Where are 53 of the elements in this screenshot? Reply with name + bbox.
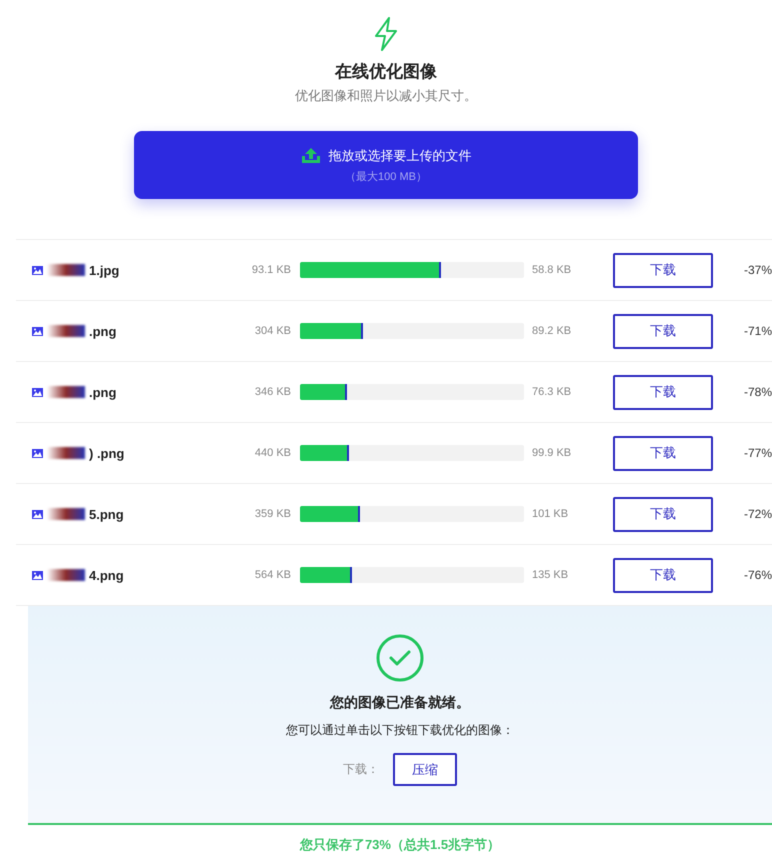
download-button[interactable]: 下载 bbox=[613, 252, 713, 288]
original-size: 93.1 KB bbox=[250, 264, 291, 276]
new-size: 58.8 KB bbox=[532, 264, 572, 276]
download-button[interactable]: 下载 bbox=[613, 496, 713, 532]
download-button[interactable]: 下载 bbox=[613, 314, 713, 348]
blurred-mark bbox=[47, 447, 85, 459]
saving-percent: -37% bbox=[744, 263, 772, 277]
image-icon bbox=[32, 266, 43, 274]
image-icon bbox=[32, 326, 43, 336]
saving-percent: -76% bbox=[744, 568, 772, 582]
file-name: .png bbox=[89, 384, 116, 400]
blurred-mark bbox=[47, 264, 85, 276]
file-name: 5.png bbox=[89, 506, 124, 522]
blurred-mark bbox=[47, 508, 85, 520]
page-title: 在线优化图像 bbox=[335, 61, 437, 83]
upload-button[interactable]: 拖放或选择要上传的文件 （最大100 MB） bbox=[134, 131, 638, 199]
original-size: 440 KB bbox=[254, 447, 291, 459]
blurred-mark bbox=[47, 386, 85, 398]
download-button[interactable]: 下载 bbox=[613, 558, 713, 592]
saving-percent: -77% bbox=[744, 446, 772, 460]
new-size: 99.9 KB bbox=[532, 447, 572, 459]
original-size: 564 KB bbox=[254, 569, 291, 581]
summary-text: 您只保存了73%（总共1.5兆字节） bbox=[300, 836, 500, 854]
new-size: 135 KB bbox=[532, 569, 570, 581]
blurred-mark bbox=[47, 569, 85, 581]
upload-icon bbox=[300, 147, 320, 164]
file-name: ) .png bbox=[89, 446, 124, 460]
original-size: 346 KB bbox=[254, 386, 291, 398]
new-size: 101 KB bbox=[532, 508, 570, 520]
image-icon bbox=[32, 448, 43, 458]
result-text: 您可以通过单击以下按钮下载优化的图像： bbox=[286, 722, 514, 739]
original-size: 304 KB bbox=[254, 325, 291, 337]
blurred-mark bbox=[47, 325, 85, 337]
file-name: 4.png bbox=[89, 568, 124, 582]
result-title: 您的图像已准备就绪。 bbox=[330, 694, 470, 712]
download-button[interactable]: 下载 bbox=[613, 436, 713, 470]
page-subtitle: 优化图像和照片以减小其尺寸。 bbox=[295, 87, 477, 105]
saving-percent: -72% bbox=[744, 507, 772, 521]
download-button[interactable]: 下载 bbox=[613, 374, 713, 410]
image-icon bbox=[32, 388, 43, 396]
file-name: .png bbox=[89, 324, 116, 338]
lightning-icon bbox=[373, 16, 399, 52]
compress-button[interactable]: 压缩 bbox=[393, 753, 457, 786]
new-size: 76.3 KB bbox=[532, 386, 572, 398]
image-icon bbox=[32, 510, 43, 518]
original-size: 359 KB bbox=[254, 508, 291, 520]
file-name: 1.jpg bbox=[89, 262, 120, 278]
image-icon bbox=[32, 570, 43, 580]
saving-percent: -78% bbox=[744, 385, 772, 399]
check-circle-icon bbox=[376, 634, 424, 682]
download-label: 下载： bbox=[343, 761, 379, 778]
new-size: 89.2 KB bbox=[532, 325, 572, 337]
saving-percent: -71% bbox=[744, 324, 772, 338]
